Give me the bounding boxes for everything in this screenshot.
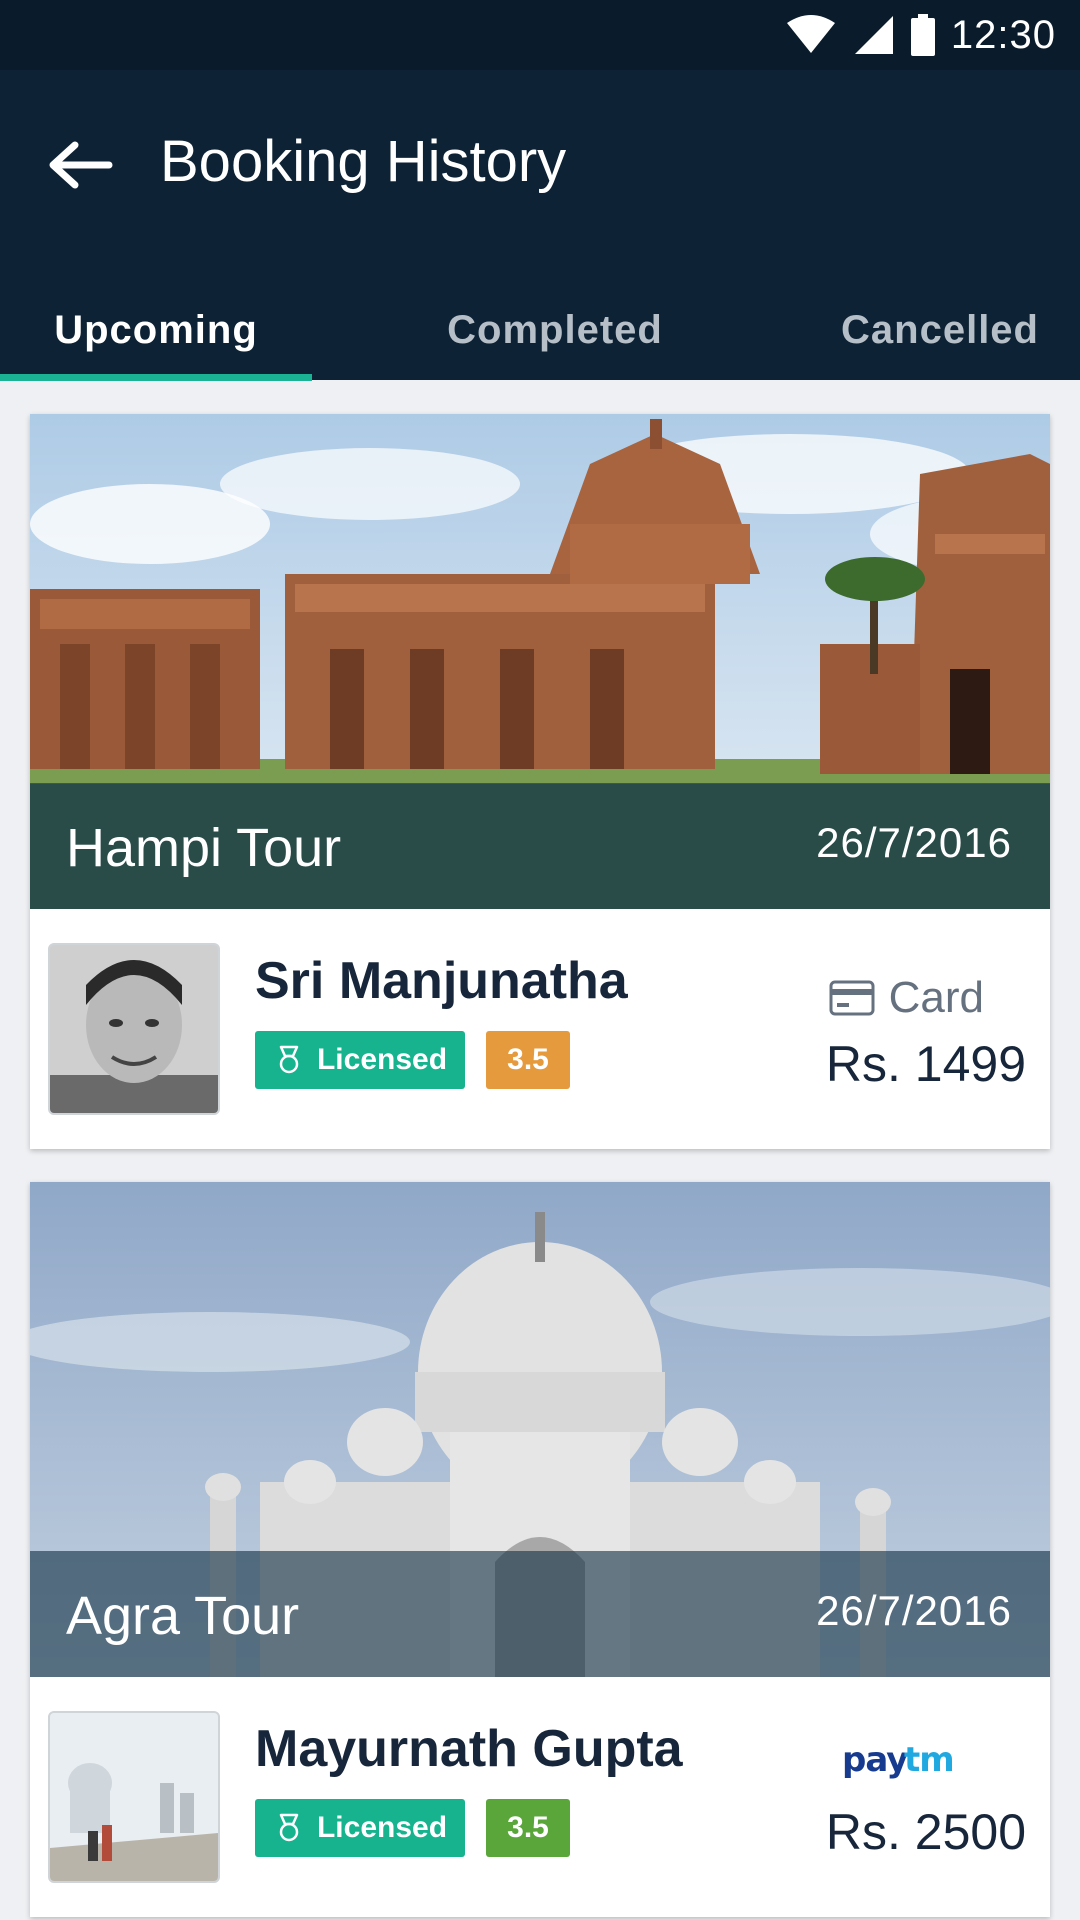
medal-icon — [279, 1045, 299, 1074]
guide-avatar — [48, 1711, 220, 1883]
svg-text:tm: tm — [904, 1740, 954, 1779]
svg-text:pay: pay — [842, 1740, 908, 1779]
licensed-label: Licensed — [316, 1043, 448, 1076]
tab-cancelled[interactable]: Cancelled — [800, 280, 1080, 380]
guide-name: Sri Manjunatha — [255, 952, 628, 1010]
booking-card[interactable]: Hampi Tour 26/7/2016 Sri Manjunatha Lice… — [30, 414, 1050, 1149]
booking-price: Rs. 1499 — [825, 1036, 1026, 1092]
rating-badge: 3.5 — [486, 1799, 570, 1857]
licensed-badge: Licensed — [255, 1799, 465, 1857]
credit-card-icon — [829, 980, 875, 1016]
payment-method: pay tm — [842, 1739, 958, 1779]
licensed-badge: Licensed — [255, 1031, 465, 1089]
booking-price: Rs. 2500 — [825, 1804, 1026, 1860]
tab-label: Completed — [447, 307, 663, 352]
cellular-signal-icon — [854, 16, 893, 54]
tour-name: Agra Tour — [66, 1586, 300, 1646]
booking-details: Mayurnath Gupta Licensed 3.5 pay tm Rs. … — [30, 1677, 1050, 1917]
tab-label: Cancelled — [841, 307, 1039, 352]
battery-icon — [910, 14, 935, 56]
tour-image: Agra Tour 26/7/2016 — [30, 1182, 1050, 1677]
app-bar: Booking History Upcoming Completed Cance… — [0, 70, 1080, 381]
booking-card[interactable]: Agra Tour 26/7/2016 Mayurnath Gupta Lice… — [30, 1182, 1050, 1917]
status-icons: 12:30 — [785, 12, 1056, 57]
medal-icon — [279, 1813, 299, 1842]
tour-date: 26/7/2016 — [816, 1587, 1012, 1634]
rating-badge: 3.5 — [486, 1031, 570, 1089]
guide-photo — [50, 945, 218, 1113]
tab-upcoming[interactable]: Upcoming — [0, 280, 312, 380]
arrow-back-icon — [49, 141, 113, 189]
status-bar: 12:30 — [0, 0, 1080, 70]
booking-details: Sri Manjunatha Licensed 3.5 Card Rs. 149… — [30, 909, 1050, 1149]
status-time: 12:30 — [950, 12, 1056, 57]
tour-name: Hampi Tour — [66, 818, 342, 878]
payment-method-label: Card — [888, 973, 984, 1022]
active-tab-indicator — [0, 374, 312, 381]
tab-bar: Upcoming Completed Cancelled — [0, 280, 1080, 380]
guide-avatar — [48, 943, 220, 1115]
tour-image: Hampi Tour 26/7/2016 — [30, 414, 1050, 909]
licensed-label: Licensed — [316, 1811, 448, 1844]
page-title: Booking History — [160, 129, 567, 194]
tour-date: 26/7/2016 — [816, 819, 1012, 866]
tab-label: Upcoming — [54, 307, 258, 352]
paytm-logo-icon: pay tm — [842, 1740, 955, 1779]
tab-completed[interactable]: Completed — [400, 280, 710, 380]
payment-method: Card — [829, 973, 984, 1023]
wifi-icon — [786, 15, 835, 53]
back-button[interactable] — [40, 125, 120, 205]
guide-photo — [50, 1713, 218, 1881]
guide-name: Mayurnath Gupta — [255, 1720, 683, 1778]
